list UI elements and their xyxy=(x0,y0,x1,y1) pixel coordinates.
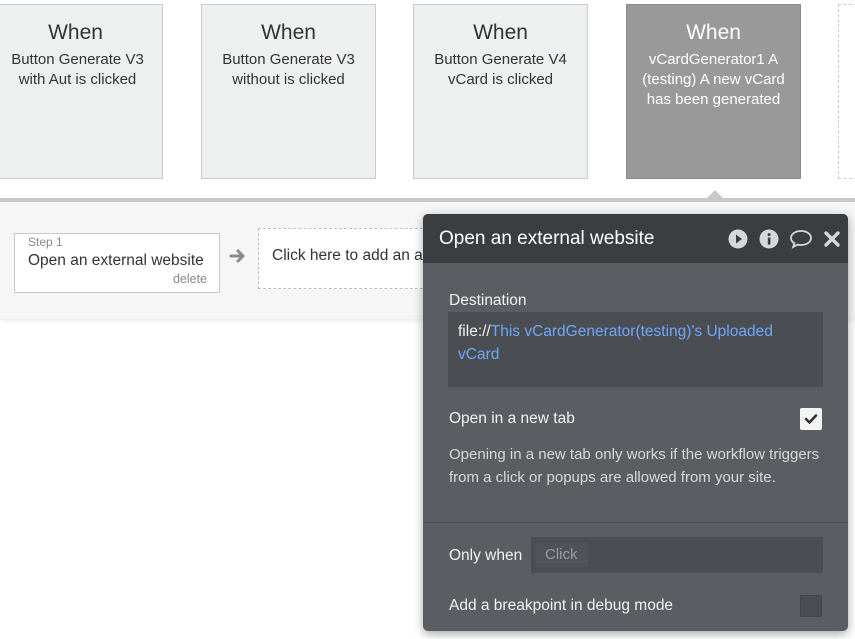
add-action-placeholder[interactable]: Click here to add an action... xyxy=(258,228,438,289)
open-new-tab-label: Open in a new tab xyxy=(449,410,575,427)
destination-prefix: file:// xyxy=(458,323,491,340)
breakpoint-label: Add a breakpoint in debug mode xyxy=(449,597,674,614)
section-divider xyxy=(423,522,848,523)
new-tab-note: Opening in a new tab only works if the w… xyxy=(449,446,820,486)
breakpoint-checkbox[interactable] xyxy=(800,595,822,617)
only-when-placeholder[interactable]: Click xyxy=(535,543,588,567)
step-number: Step 1 xyxy=(28,235,63,249)
open-new-tab-checkbox[interactable] xyxy=(800,408,822,430)
panel-title: Open an external website xyxy=(439,228,655,249)
close-icon[interactable] xyxy=(823,229,841,249)
destination-field[interactable]: file://This vCardGenerator(testing)'s Up… xyxy=(448,312,823,387)
step-delete-link[interactable]: delete xyxy=(173,272,207,286)
step-card[interactable]: Step 1 Open an external website delete xyxy=(14,233,220,293)
info-icon[interactable] xyxy=(759,229,779,249)
event-description: Button Generate V3 with Aut is clicked xyxy=(11,51,144,88)
step-label: Open an external website xyxy=(28,252,204,269)
comment-icon[interactable] xyxy=(789,229,813,249)
event-description: Button Generate V4 vCard is clicked xyxy=(434,51,567,88)
event-card-3[interactable]: When Button Generate V4 vCard is clicked xyxy=(413,4,588,179)
event-title: When xyxy=(686,21,741,44)
only-when-label: Only when xyxy=(449,547,523,564)
event-card-4-selected[interactable]: When vCardGenerator1 A (testing) A new v… xyxy=(626,4,801,179)
panel-header: Open an external website xyxy=(423,214,848,263)
destination-dynamic-expression[interactable]: This vCardGenerator(testing)'s Uploaded … xyxy=(458,323,773,363)
only-when-field[interactable]: Click xyxy=(531,537,823,573)
destination-label: Destination xyxy=(449,292,527,309)
event-title: When xyxy=(48,21,103,44)
event-card-2[interactable]: When Button Generate V3 without is click… xyxy=(201,4,376,179)
checkmark-icon xyxy=(804,414,818,424)
arrow-right-icon xyxy=(229,244,247,270)
event-description: Button Generate V3 without is clicked xyxy=(222,51,355,88)
play-icon[interactable] xyxy=(728,229,748,249)
event-title: When xyxy=(473,21,528,44)
action-properties-panel: Open an external website Destination fil… xyxy=(423,214,848,631)
event-description: vCardGenerator1 A (testing) A new vCard … xyxy=(642,51,785,108)
event-card-1[interactable]: When Button Generate V3 with Aut is clic… xyxy=(0,4,163,179)
event-title: When xyxy=(261,21,316,44)
event-card-partial[interactable] xyxy=(838,4,855,179)
